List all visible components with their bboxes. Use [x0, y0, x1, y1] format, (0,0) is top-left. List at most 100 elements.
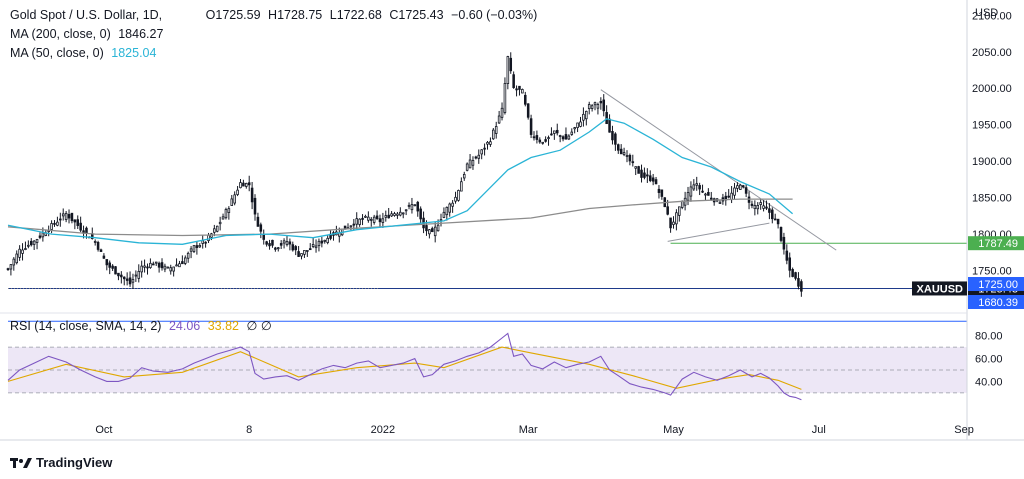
candle-body [29, 240, 33, 246]
candle-body [785, 250, 789, 261]
candle-body [730, 192, 733, 201]
candle-body [24, 248, 27, 250]
chart-canvas: USD1750.001800.001850.001900.001950.0020… [0, 0, 1024, 441]
candle-body [152, 263, 155, 266]
time-tick-label: Mar [519, 424, 538, 436]
candle-body [175, 264, 178, 267]
candle-body [524, 94, 527, 105]
close-value: C1725.43 [389, 8, 444, 22]
candle-body [300, 253, 303, 257]
candle-body [61, 213, 65, 217]
candle-body [195, 245, 199, 249]
candle-body [648, 175, 652, 181]
candle-body [741, 185, 745, 188]
candle-body [407, 204, 411, 207]
candle-body [399, 211, 402, 216]
candle-body [509, 57, 513, 72]
candle-body [358, 218, 361, 225]
candle-body [506, 56, 510, 84]
ma200-legend[interactable]: MA (200, close, 0) 1846.27 [10, 25, 167, 44]
candle-body [599, 100, 603, 104]
ma200-label: MA (200, close, 0) [10, 27, 111, 41]
candle-body [268, 243, 271, 247]
rsi-legend[interactable]: RSI (14, close, SMA, 14, 2) 24.06 33.82 … [10, 317, 276, 336]
candle-body [122, 276, 126, 280]
candle-body [410, 204, 414, 211]
candle-body [768, 208, 771, 213]
candle-body [99, 249, 103, 252]
candle-body [759, 202, 762, 205]
candle-body [181, 261, 184, 265]
candle-body [776, 218, 780, 225]
candle-body [253, 197, 257, 215]
price-label: 1787.49 [968, 236, 1024, 251]
candle-body [308, 248, 312, 251]
candle-body [494, 126, 498, 134]
candle-body [117, 272, 120, 277]
candle-body [550, 133, 553, 136]
candle-body [672, 221, 675, 225]
price-tick-label: 2000.00 [972, 83, 1012, 95]
price-tick-label: 1950.00 [972, 120, 1012, 132]
candle-body [733, 187, 736, 196]
candle-body [585, 110, 588, 120]
candle-body [515, 88, 518, 91]
candle-body [512, 74, 515, 88]
rsi-extra: ∅ ∅ [246, 319, 272, 333]
candle-body [59, 218, 62, 221]
candle-body [131, 279, 135, 283]
candle-body [93, 240, 97, 243]
price-pane[interactable] [6, 52, 967, 322]
rsi-pane[interactable] [7, 332, 967, 401]
ma50-legend[interactable]: MA (50, close, 0) 1825.04 [10, 44, 160, 63]
candle-body [707, 192, 710, 196]
candle-body [619, 148, 623, 155]
candle-body [143, 265, 146, 268]
candle-body [678, 206, 681, 216]
candle-body [288, 241, 292, 245]
candle-body [431, 228, 434, 233]
candle-body [695, 183, 699, 186]
candle-body [625, 155, 629, 157]
candle-body [364, 215, 367, 218]
candle-body [79, 222, 82, 231]
candle-body [428, 229, 431, 235]
candle-body [704, 193, 707, 196]
candle-body [657, 188, 661, 193]
candle-body [567, 135, 571, 140]
candle-body [221, 216, 225, 220]
candle-body [605, 112, 608, 125]
candle-body [349, 225, 353, 228]
candle-body [593, 102, 597, 106]
candle-body [614, 133, 617, 145]
candle-body [128, 277, 132, 285]
candle-body [169, 267, 173, 272]
candle-body [198, 245, 202, 248]
candle-body [120, 274, 123, 278]
candle-body [160, 262, 164, 269]
candle-body [608, 118, 611, 133]
candle-body [788, 257, 792, 271]
candle-body [489, 141, 492, 145]
candle-body [675, 212, 678, 225]
candle-body [291, 244, 295, 251]
candle-body [457, 190, 460, 201]
candle-body [192, 245, 196, 252]
candle-body [401, 212, 405, 215]
candle-body [146, 266, 149, 269]
candle-body [396, 213, 399, 216]
candle-body [660, 189, 664, 197]
candle-body [596, 104, 600, 109]
candle-body [367, 216, 370, 221]
candle-body [154, 261, 158, 264]
candle-body [317, 240, 321, 247]
candle-body [303, 250, 306, 255]
tradingview-brand[interactable]: TradingView [10, 455, 112, 470]
candle-body [186, 252, 190, 259]
candle-body [480, 149, 483, 155]
symbol-title: Gold Spot / U.S. Dollar, 1D, [10, 8, 163, 22]
price-tick-label: 1900.00 [972, 156, 1012, 168]
candle-body [445, 206, 449, 216]
candle-body [646, 174, 649, 177]
candle-body [9, 264, 13, 270]
